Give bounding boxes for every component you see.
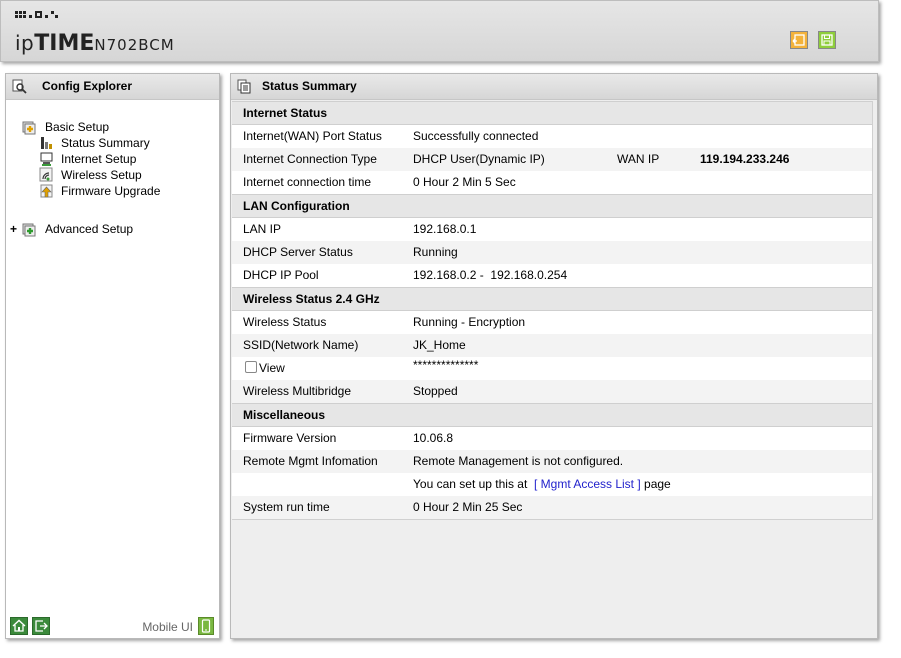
brand-bold: TIME bbox=[34, 31, 95, 56]
home-button[interactable] bbox=[10, 617, 28, 635]
lan-ip-value: 192.168.0.1 bbox=[413, 222, 477, 236]
table-row: SSID(Network Name) JK_Home bbox=[232, 334, 872, 357]
save-button[interactable] bbox=[818, 31, 836, 49]
upgrade-arrow-icon bbox=[40, 184, 53, 198]
dhcp-server-status-label: DHCP Server Status bbox=[243, 245, 353, 259]
header-bar: ipTIMEN702BCM bbox=[0, 0, 879, 62]
mobile-phone-icon bbox=[201, 619, 211, 633]
multibridge-value: Stopped bbox=[413, 384, 458, 398]
restore-icon bbox=[792, 34, 805, 46]
multibridge-label: Wireless Multibridge bbox=[243, 384, 352, 398]
expand-advanced-toggle[interactable]: + bbox=[10, 221, 17, 237]
brand-logo: ipTIMEN702BCM bbox=[15, 31, 175, 56]
tree-basic-setup-label: Basic Setup bbox=[45, 120, 110, 134]
dhcp-ip-pool-label: DHCP IP Pool bbox=[243, 268, 319, 282]
system-run-time-value: 0 Hour 2 Min 25 Sec bbox=[413, 500, 523, 514]
wan-ip-value: 119.194.233.246 bbox=[700, 152, 790, 166]
monitor-icon bbox=[40, 152, 53, 166]
restore-button[interactable] bbox=[790, 31, 808, 49]
wan-port-status-value: Successfully connected bbox=[413, 129, 539, 143]
status-summary-title-bar: Status Summary bbox=[231, 74, 877, 100]
mgmt-access-list-link[interactable]: [ Mgmt Access List ] bbox=[534, 477, 641, 491]
wireless-password-value: ************** bbox=[413, 358, 479, 372]
mobile-ui-label[interactable]: Mobile UI bbox=[142, 620, 193, 634]
connection-type-label: Internet Connection Type bbox=[243, 152, 377, 166]
status-document-icon bbox=[237, 79, 251, 94]
logout-button[interactable] bbox=[32, 617, 50, 635]
model-name: N702BCM bbox=[94, 36, 175, 54]
tree-status-summary-label: Status Summary bbox=[61, 136, 150, 150]
table-row: View ************** bbox=[232, 357, 872, 380]
config-explorer-title: Config Explorer bbox=[42, 79, 133, 93]
tree-status-summary[interactable]: Status Summary bbox=[39, 135, 199, 151]
save-icon bbox=[821, 34, 833, 46]
section-internet-status: Internet Status bbox=[232, 101, 872, 125]
logo-dots-icon bbox=[15, 11, 75, 21]
config-explorer-title-bar: Config Explorer bbox=[6, 74, 219, 100]
connection-type-value: DHCP User(Dynamic IP) bbox=[413, 152, 545, 166]
view-password-label: View bbox=[259, 361, 285, 375]
section-wireless-status: Wireless Status 2.4 GHz bbox=[232, 287, 872, 311]
folder-plus-green-icon bbox=[22, 223, 36, 237]
ssid-label: SSID(Network Name) bbox=[243, 338, 359, 352]
remote-mgmt-label: Remote Mgmt Infomation bbox=[243, 454, 378, 468]
status-table: Internet Status Internet(WAN) Port Statu… bbox=[232, 101, 873, 520]
mgmt-setup-prefix: You can set up this at bbox=[413, 477, 528, 491]
mobile-ui-button[interactable] bbox=[198, 617, 214, 635]
wireless-status-value: Running - Encryption bbox=[413, 315, 526, 329]
wan-ip-label: WAN IP bbox=[617, 152, 660, 166]
dhcp-ip-pool-value: 192.168.0.2 - 192.168.0.254 bbox=[413, 268, 568, 282]
tree-firmware-upgrade[interactable]: Firmware Upgrade bbox=[39, 183, 199, 199]
config-explorer-panel: Config Explorer Basic Setup Status Summa… bbox=[5, 73, 220, 639]
system-run-time-label: System run time bbox=[243, 500, 330, 514]
firmware-version-value: 10.06.8 bbox=[413, 431, 454, 445]
status-summary-title: Status Summary bbox=[262, 79, 357, 93]
table-row: Wireless Status Running - Encryption bbox=[232, 311, 872, 334]
section-lan-configuration: LAN Configuration bbox=[232, 194, 872, 218]
firmware-version-label: Firmware Version bbox=[243, 431, 337, 445]
table-row: Firmware Version 10.06.8 bbox=[232, 427, 872, 450]
dhcp-server-status-value: Running bbox=[413, 245, 458, 259]
table-row: DHCP Server Status Running bbox=[232, 241, 872, 264]
status-chart-icon bbox=[41, 137, 52, 149]
brand-prefix: ip bbox=[15, 31, 35, 55]
wireless-status-label: Wireless Status bbox=[243, 315, 327, 329]
connection-time-label: Internet connection time bbox=[243, 175, 372, 189]
view-password-control[interactable]: View bbox=[245, 357, 285, 380]
view-password-checkbox[interactable] bbox=[245, 361, 257, 373]
table-row: DHCP IP Pool 192.168.0.2 - 192.168.0.254 bbox=[232, 264, 872, 287]
table-row: LAN IP 192.168.0.1 bbox=[232, 218, 872, 241]
status-summary-panel: Status Summary Internet Status Internet(… bbox=[230, 73, 878, 639]
tree-wireless-setup[interactable]: Wireless Setup bbox=[39, 167, 199, 183]
table-row: Internet Connection Type DHCP User(Dynam… bbox=[232, 148, 872, 171]
wireless-icon bbox=[39, 167, 53, 182]
tree-firmware-upgrade-label: Firmware Upgrade bbox=[61, 184, 161, 198]
table-row: Wireless Multibridge Stopped bbox=[232, 380, 872, 403]
table-row: System run time 0 Hour 2 Min 25 Sec bbox=[232, 496, 872, 519]
connection-time-value: 0 Hour 2 Min 5 Sec bbox=[413, 175, 516, 189]
wan-port-status-label: Internet(WAN) Port Status bbox=[243, 129, 382, 143]
tree-wireless-setup-label: Wireless Setup bbox=[61, 168, 142, 182]
tree-internet-setup[interactable]: Internet Setup bbox=[39, 151, 199, 167]
mgmt-setup-suffix: page bbox=[644, 477, 671, 491]
tree-internet-setup-label: Internet Setup bbox=[61, 152, 137, 166]
home-icon bbox=[12, 619, 26, 632]
tree-advanced-setup[interactable]: + Advanced Setup bbox=[10, 221, 200, 237]
mgmt-setup-hint: You can set up this at [ Mgmt Access Lis… bbox=[413, 473, 671, 496]
table-row: Internet connection time 0 Hour 2 Min 5 … bbox=[232, 171, 872, 194]
table-row: Internet(WAN) Port Status Successfully c… bbox=[232, 125, 872, 148]
logout-icon bbox=[35, 620, 48, 632]
explorer-search-icon bbox=[12, 79, 27, 94]
remote-mgmt-value: Remote Management is not configured. bbox=[413, 454, 624, 468]
folder-plus-icon bbox=[22, 121, 36, 135]
table-row: Remote Mgmt Infomation Remote Management… bbox=[232, 450, 872, 473]
lan-ip-label: LAN IP bbox=[243, 222, 282, 236]
table-row: You can set up this at [ Mgmt Access Lis… bbox=[232, 473, 872, 496]
tree-basic-setup[interactable]: Basic Setup bbox=[22, 119, 202, 135]
explorer-footer: Mobile UI bbox=[6, 614, 219, 638]
section-miscellaneous: Miscellaneous bbox=[232, 403, 872, 427]
tree-advanced-setup-label: Advanced Setup bbox=[45, 222, 134, 236]
